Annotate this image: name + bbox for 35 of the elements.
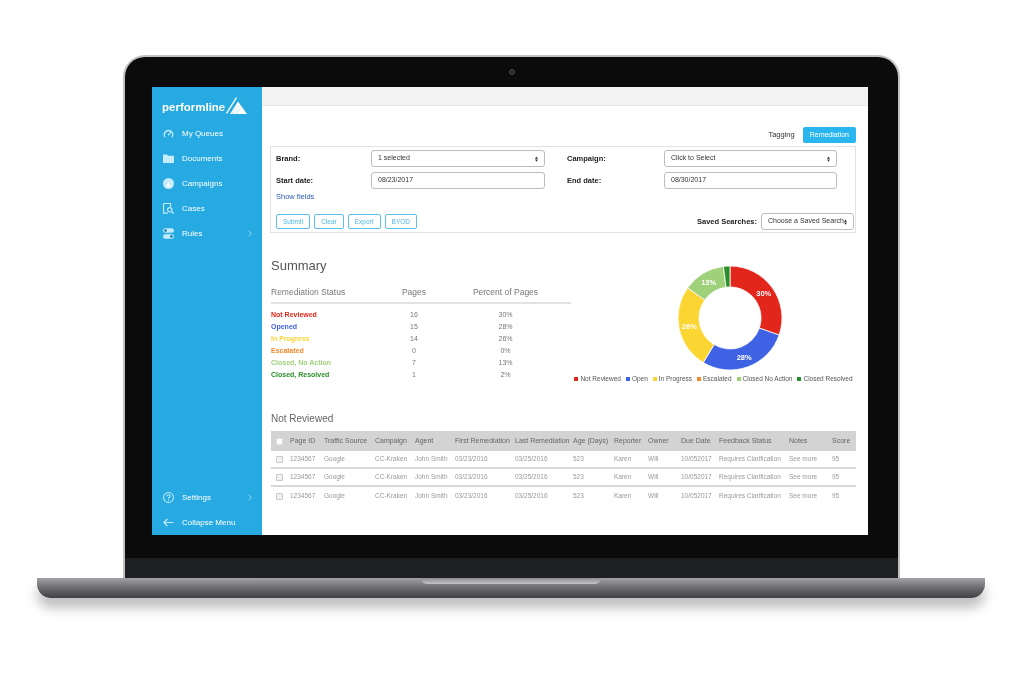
column-header: Percent of Pages	[471, 286, 540, 298]
sidebar-item[interactable]: Collapse Menu	[152, 510, 262, 535]
toggle-switches-icon	[163, 228, 174, 239]
mountain-circle-icon	[163, 178, 174, 189]
sidebar-item[interactable]: Cases	[152, 196, 262, 221]
legend-swatch-icon	[652, 377, 657, 381]
sidebar-item[interactable]: Campaigns	[152, 171, 262, 196]
sidebar-item[interactable]: Documents	[152, 146, 262, 171]
webcam-icon	[508, 69, 515, 75]
column-header: Pages	[400, 286, 428, 298]
question-mark-icon	[163, 492, 174, 503]
legend-swatch-icon	[697, 377, 702, 381]
paper-plane-icon	[226, 97, 248, 114]
left-arrow-icon	[163, 517, 174, 528]
legend-swatch-icon	[625, 377, 630, 381]
column-header: Remediation Status	[271, 286, 347, 298]
section-title: Summary	[271, 258, 328, 274]
legend-swatch-icon	[574, 377, 579, 381]
sidebar-item[interactable]: Rules	[152, 221, 262, 246]
folder-icon	[163, 153, 174, 164]
sidebar-item[interactable]: My Queues	[152, 121, 262, 146]
row-checkbox[interactable]	[276, 455, 283, 463]
up-down-caret-icon	[844, 218, 847, 225]
row-checkbox[interactable]	[276, 492, 283, 500]
row-checkbox[interactable]	[276, 437, 283, 445]
magnifier-document-icon	[163, 203, 174, 214]
sidebar-item[interactable]: Settings	[152, 485, 262, 510]
logo-text: performline	[162, 101, 226, 114]
row-checkbox[interactable]	[276, 473, 283, 481]
gauge-icon	[163, 128, 174, 139]
legend-swatch-icon	[736, 377, 741, 381]
up-down-caret-icon	[827, 155, 830, 162]
section-title: Not Reviewed	[271, 413, 335, 425]
legend-swatch-icon	[797, 377, 802, 381]
up-down-caret-icon	[535, 155, 538, 162]
